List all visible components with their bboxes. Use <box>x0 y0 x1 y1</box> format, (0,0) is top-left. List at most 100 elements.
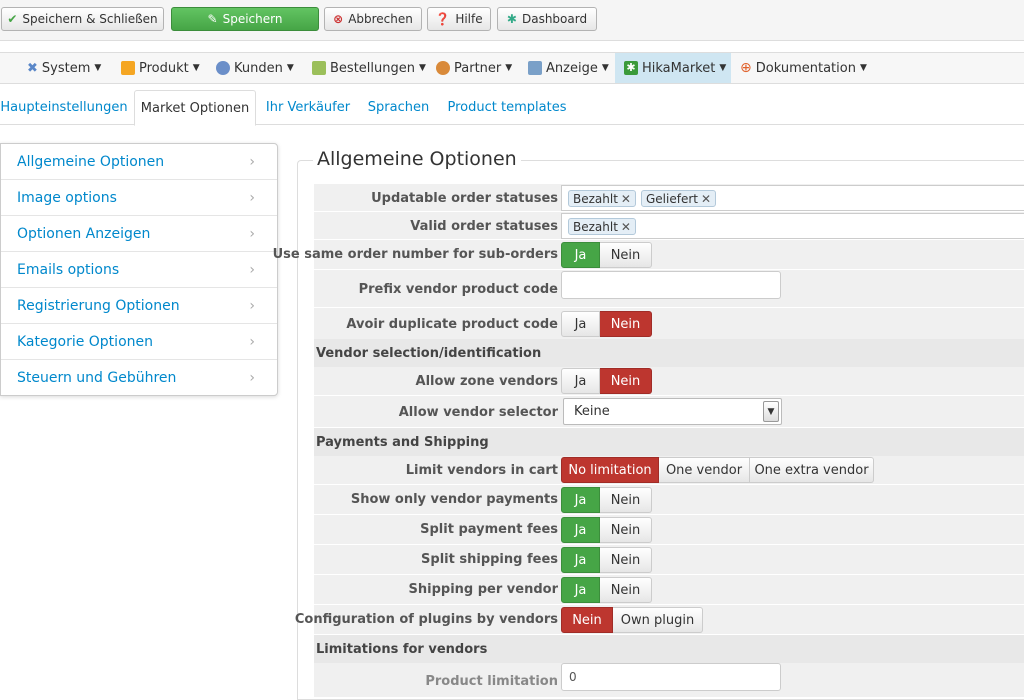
chevron-right-icon: › <box>249 297 255 314</box>
tab-ihr-verkaeufer[interactable]: Ihr Verkäufer <box>262 90 354 125</box>
valid-statuses-input[interactable]: Bezahlt ✕ <box>561 213 1024 239</box>
section-vendor-limitations: Limitations for vendors <box>314 635 1024 663</box>
help-button[interactable]: ❓ Hilfe <box>427 7 491 31</box>
caret-down-icon: ▼ <box>601 63 609 73</box>
status-tag[interactable]: Geliefert ✕ <box>641 190 717 207</box>
hikamarket-icon: ✱ <box>624 61 638 75</box>
cancel-icon: ⊗ <box>333 12 344 26</box>
ja-button[interactable]: Ja <box>561 577 600 603</box>
plugins-config-label: Configuration of plugins by vendors <box>294 612 558 627</box>
row-same-order-number: Use same order number for sub-orders <box>273 240 1024 270</box>
updatable-statuses-input[interactable]: Bezahlt ✕ Geliefert ✕ <box>561 185 1024 211</box>
nein-button[interactable]: Nein <box>600 547 652 573</box>
check-icon: ✔ <box>7 12 18 26</box>
orders-icon <box>312 61 326 75</box>
nein-button[interactable]: Nein <box>600 242 652 268</box>
cancel-button[interactable]: ⊗ Abbrechen <box>324 7 422 31</box>
tab-market-optionen[interactable]: Market Optionen <box>134 90 256 126</box>
caret-down-icon: ▼ <box>418 63 426 73</box>
split-shipping-label: Split shipping fees <box>421 552 558 567</box>
section-payments-shipping: Payments and Shipping <box>314 428 1024 456</box>
ja-button[interactable]: Ja <box>561 487 600 513</box>
one-extra-vendor-button[interactable]: One extra vendor <box>750 457 874 483</box>
tab-product-templates[interactable]: Product templates <box>446 90 568 125</box>
ja-button[interactable]: Ja <box>561 547 600 573</box>
avoid-duplicate-label: Avoir duplicate product code <box>346 317 558 332</box>
own-plugin-button[interactable]: Own plugin <box>613 607 703 633</box>
chevron-right-icon: › <box>249 333 255 350</box>
sidebar-item-anzeigen[interactable]: Optionen Anzeigen › <box>1 216 277 252</box>
row-avoid-duplicate: Avoir duplicate product code <box>314 308 1024 340</box>
no-limitation-button[interactable]: No limitation <box>561 457 659 483</box>
same-order-number-label: Use same order number for sub-orders <box>272 247 558 262</box>
menu-produkt[interactable]: Produkt ▼ <box>121 53 200 83</box>
toolbar: ✔ Speichern & Schließen ✎ Speichern ⊗ Ab… <box>0 0 1024 41</box>
sidebar-item-kategorie[interactable]: Kategorie Optionen › <box>1 324 277 360</box>
row-split-shipping: Split shipping fees <box>314 545 1024 575</box>
chevron-down-icon: ▼ <box>763 401 779 422</box>
dashboard-button[interactable]: ✱ Dashboard <box>497 7 597 31</box>
vendor-payments-toggle: Ja Nein <box>561 487 652 513</box>
row-shipping-per-vendor: Shipping per vendor <box>314 575 1024 605</box>
one-vendor-button[interactable]: One vendor <box>659 457 750 483</box>
nein-button[interactable]: Nein <box>600 311 652 337</box>
partner-icon <box>436 61 450 75</box>
vendor-payments-label: Show only vendor payments <box>350 492 558 507</box>
ja-button[interactable]: Ja <box>561 517 600 543</box>
shipping-per-vendor-label: Shipping per vendor <box>408 582 558 597</box>
sidebar-item-emails[interactable]: Emails options › <box>1 252 277 288</box>
zone-vendors-label: Allow zone vendors <box>415 374 558 389</box>
limit-vendors-toggle: No limitation One vendor One extra vendo… <box>561 457 874 483</box>
sidebar-item-steuern[interactable]: Steuern und Gebühren › <box>1 360 277 396</box>
menu-bestellungen[interactable]: Bestellungen ▼ <box>312 53 426 83</box>
nein-button[interactable]: Nein <box>561 607 613 633</box>
vendor-selector-select[interactable]: Keine ▼ <box>563 398 782 425</box>
valid-statuses-label: Valid order statuses <box>410 219 558 234</box>
product-limitation-label: Product limitation <box>425 674 558 689</box>
plugins-config-toggle: Nein Own plugin <box>561 607 703 633</box>
menu-partner[interactable]: Partner ▼ <box>436 53 512 83</box>
caret-down-icon: ▼ <box>192 63 200 73</box>
status-tag[interactable]: Bezahlt ✕ <box>568 218 636 235</box>
chevron-right-icon: › <box>249 225 255 242</box>
tab-sprachen[interactable]: Sprachen <box>362 90 435 125</box>
tab-bar: Haupteinstellungen Market Optionen Ihr V… <box>0 90 1024 126</box>
prefix-code-input[interactable] <box>561 271 781 299</box>
remove-icon[interactable]: ✕ <box>701 192 711 206</box>
lifebuoy-icon: ⊕ <box>740 60 752 76</box>
ja-button[interactable]: Ja <box>561 311 600 337</box>
remove-icon[interactable]: ✕ <box>621 220 631 234</box>
remove-icon[interactable]: ✕ <box>621 192 631 206</box>
caret-down-icon: ▼ <box>286 63 294 73</box>
sidebar-item-registrierung[interactable]: Registrierung Optionen › <box>1 288 277 324</box>
limit-vendors-label: Limit vendors in cart <box>405 463 558 478</box>
save-button[interactable]: ✎ Speichern <box>171 7 319 31</box>
sidebar-item-image[interactable]: Image options › <box>1 180 277 216</box>
tab-haupteinstellungen[interactable]: Haupteinstellungen <box>0 90 128 125</box>
nein-button[interactable]: Nein <box>600 577 652 603</box>
chevron-right-icon: › <box>249 153 255 170</box>
split-shipping-toggle: Ja Nein <box>561 547 652 573</box>
product-limitation-input[interactable]: 0 <box>561 663 781 691</box>
menu-hikamarket[interactable]: ✱ HikaMarket ▼ <box>615 53 731 83</box>
menu-kunden[interactable]: Kunden ▼ <box>216 53 294 83</box>
menu-dokumentation[interactable]: ⊕ Dokumentation ▼ <box>740 53 867 83</box>
vendor-selector-label: Allow vendor selector <box>398 405 558 420</box>
menu-system[interactable]: ✖ System ▼ <box>27 53 101 83</box>
row-vendor-payments: Show only vendor payments <box>314 485 1024 515</box>
ja-button[interactable]: Ja <box>561 242 600 268</box>
save-close-button[interactable]: ✔ Speichern & Schließen <box>1 7 164 31</box>
nein-button[interactable]: Nein <box>600 487 652 513</box>
section-vendor-selection: Vendor selection/identification <box>314 339 1024 367</box>
status-tag[interactable]: Bezahlt ✕ <box>568 190 636 207</box>
chevron-right-icon: › <box>249 261 255 278</box>
nein-button[interactable]: Nein <box>600 368 652 394</box>
nein-button[interactable]: Nein <box>600 517 652 543</box>
ja-button[interactable]: Ja <box>561 368 600 394</box>
sidebar-item-allgemeine[interactable]: Allgemeine Optionen › <box>1 144 277 180</box>
chevron-right-icon: › <box>249 189 255 206</box>
caret-down-icon: ▼ <box>94 63 102 73</box>
chevron-right-icon: › <box>249 370 255 386</box>
menu-anzeige[interactable]: Anzeige ▼ <box>528 53 609 83</box>
edit-icon: ✎ <box>207 12 218 26</box>
